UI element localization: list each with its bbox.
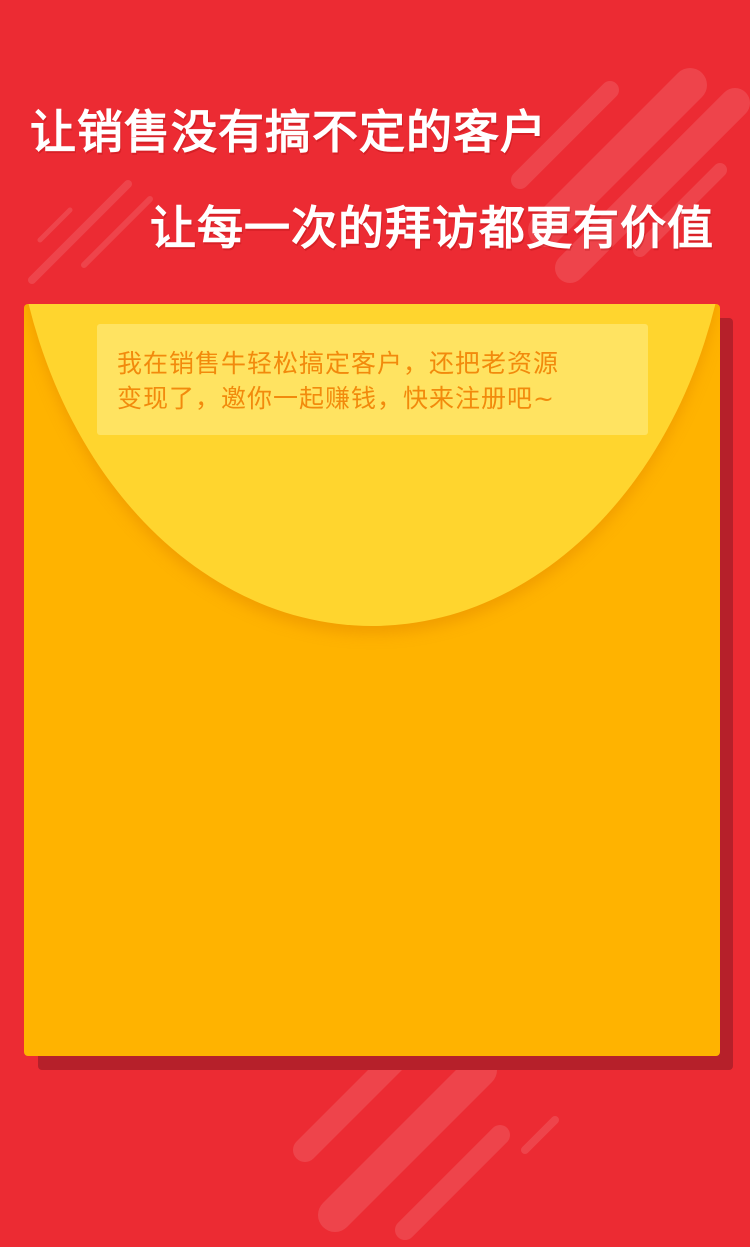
red-envelope-card[interactable]: 我在销售牛轻松搞定客户，还把老资源 变现了，邀你一起赚钱，快来注册吧~	[24, 304, 720, 1056]
invite-message-box: 我在销售牛轻松搞定客户，还把老资源 变现了，邀你一起赚钱，快来注册吧~	[97, 324, 648, 435]
invite-message-line-1: 我在销售牛轻松搞定客户，还把老资源	[117, 349, 560, 378]
invite-message-line-2: 变现了，邀你一起赚钱，快来注册吧~	[117, 384, 555, 413]
slogan-line-2: 让每一次的拜访都更有价值	[150, 201, 714, 255]
slogan-line-1: 让销售没有搞不定的客户	[30, 105, 547, 159]
